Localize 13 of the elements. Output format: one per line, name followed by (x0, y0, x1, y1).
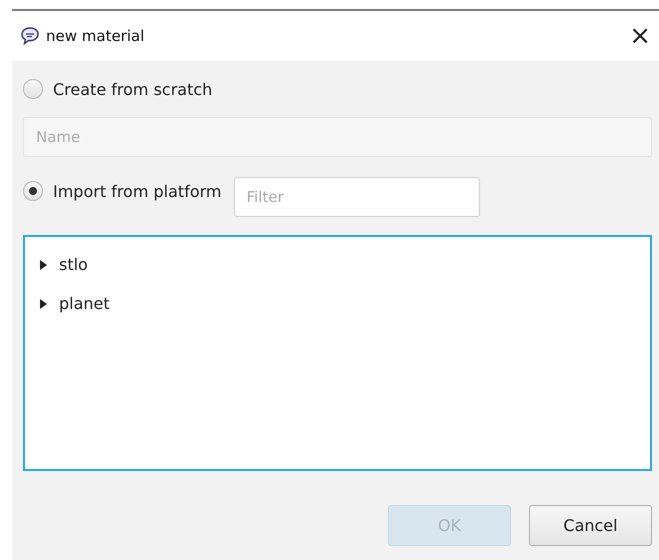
tree-item[interactable]: stlo (39, 245, 636, 284)
radio-button[interactable]: Create from scratch (23, 79, 212, 99)
caret-icon (39, 298, 47, 308)
cancel-button[interactable]: Cancel (529, 505, 652, 546)
caret-icon (39, 260, 47, 270)
close-button[interactable]: × (629, 23, 651, 49)
radio-button[interactable]: Import from platform (23, 181, 222, 201)
tree-item[interactable]: planet (39, 284, 636, 323)
radio-circle-icon[interactable] (23, 181, 43, 201)
speech-bubble-icon (20, 26, 40, 46)
window-title: new material (46, 27, 146, 45)
filter-field[interactable]: Filter (234, 177, 480, 217)
radio-circle-icon[interactable] (23, 79, 43, 99)
